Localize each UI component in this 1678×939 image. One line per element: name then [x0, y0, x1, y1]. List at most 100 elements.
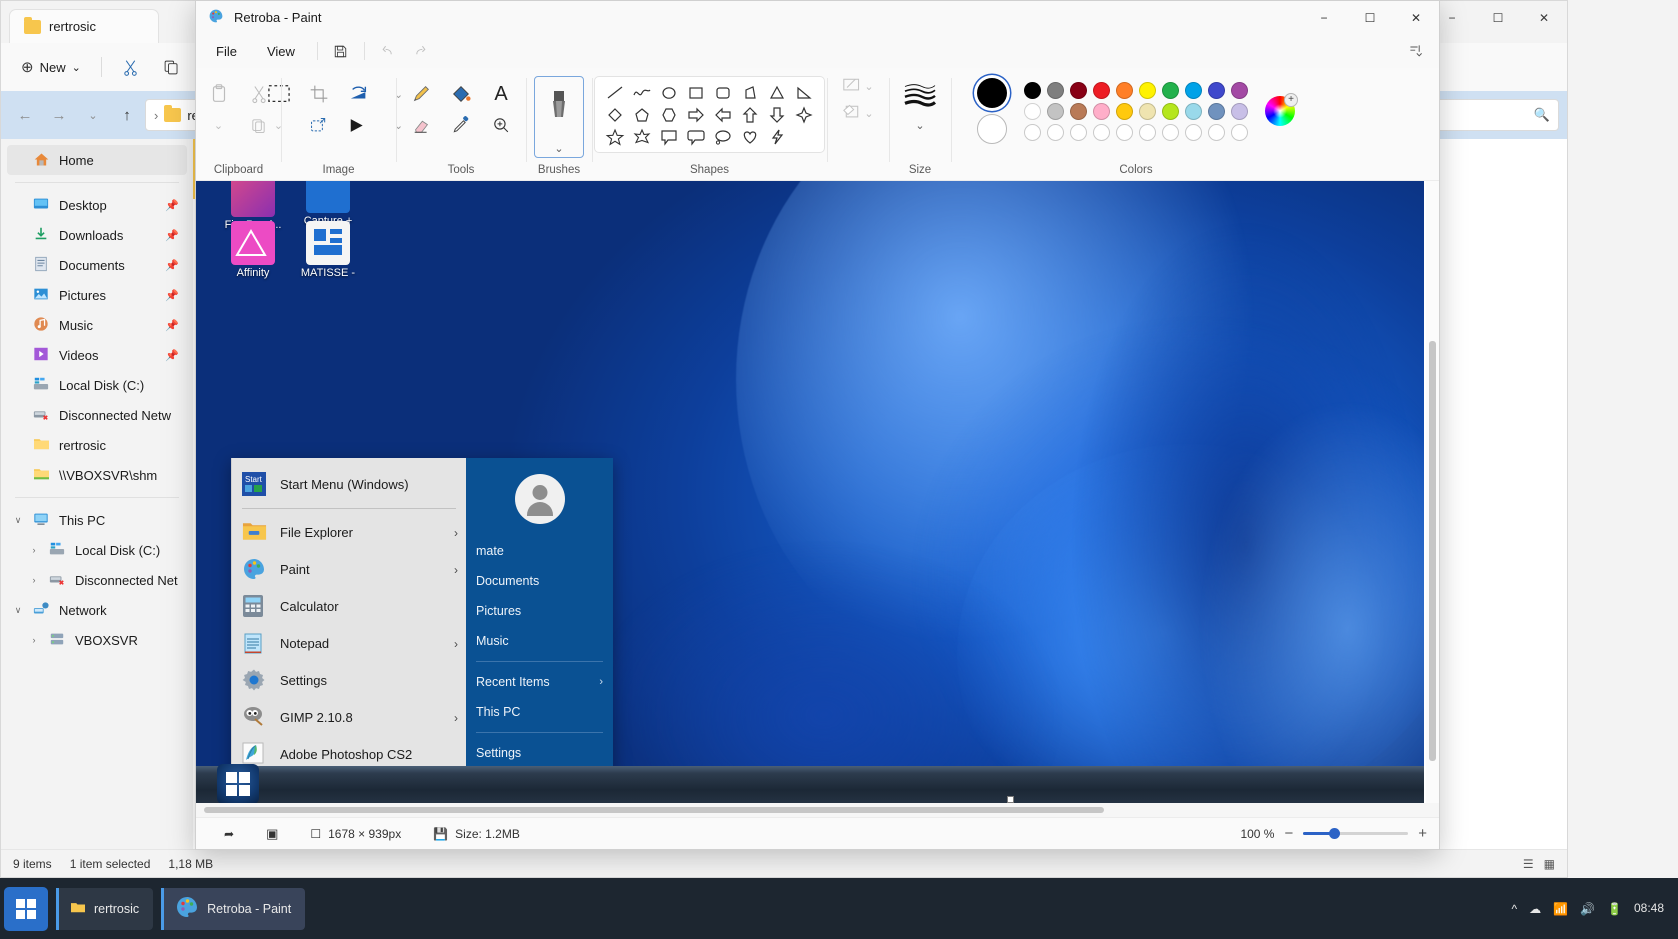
sidebar-item-home[interactable]: Home [7, 145, 187, 175]
color-swatch-3-8[interactable] [1185, 123, 1202, 141]
color-swatch-2-4[interactable] [1093, 102, 1110, 120]
outline-chevron-down-icon[interactable]: ⌄ [864, 80, 873, 93]
color-swatch-2-8[interactable] [1185, 102, 1202, 120]
shape-triangle[interactable] [764, 82, 790, 103]
tree-item-local-disk-c[interactable]: › Local Disk (C:) [1, 535, 193, 565]
color-swatch-1-7[interactable] [1162, 81, 1179, 99]
flip-icon[interactable] [340, 114, 378, 136]
zoom-controls[interactable]: 100 % − + [1240, 825, 1427, 842]
shape-rectangle[interactable] [683, 82, 709, 103]
chevron-right-icon[interactable]: › [27, 545, 41, 555]
outline-icon[interactable] [842, 76, 862, 97]
quick-access-list[interactable]: Desktop 📌 Downloads 📌 Documents 📌 Pictures 📌 Mus… [1, 190, 193, 490]
shape-six-point-star[interactable] [629, 126, 655, 147]
chevron-right-icon[interactable]: › [454, 526, 458, 540]
color-swatch-2-6[interactable] [1139, 102, 1156, 120]
shape-five-point-star[interactable] [602, 126, 628, 147]
sidebar-item-music[interactable]: Music 📌 [1, 310, 193, 340]
shape-rounded-callout[interactable] [683, 126, 709, 147]
start-menu-right-item-music[interactable]: Music [466, 626, 613, 656]
color-swatch-2-2[interactable] [1047, 102, 1064, 120]
tree-item-network[interactable]: ∨ Network [1, 595, 193, 625]
color-swatch-1-9[interactable] [1208, 81, 1225, 99]
start-menu-program-list[interactable]: Start Start Menu (Windows) File Explorer › P… [232, 466, 466, 806]
volume-icon[interactable]: 🔊 [1580, 902, 1595, 916]
pin-icon[interactable]: 📌 [165, 289, 179, 302]
taskbar-task-list[interactable]: rertrosic Retroba - Paint [48, 887, 306, 930]
color-swatch-1-10[interactable] [1231, 81, 1248, 99]
paint-menubar[interactable]: File View [196, 34, 1439, 68]
tree-list[interactable]: ∨ This PC › Local Disk (C:) › Disconnected Ne… [1, 505, 193, 655]
shape-rect-callout[interactable] [656, 126, 682, 147]
color-swatch-3-9[interactable] [1208, 123, 1225, 141]
shape-cloud-callout[interactable] [710, 126, 736, 147]
canvas-resize-handle[interactable] [1007, 796, 1014, 803]
fill-icon[interactable] [442, 76, 480, 112]
chevron-right-icon[interactable]: › [27, 575, 41, 585]
start-menu-item-calculator[interactable]: Calculator [232, 588, 466, 625]
taskbar-item-retroba-paint[interactable]: Retroba - Paint [161, 887, 306, 930]
paste-icon[interactable] [200, 76, 238, 112]
chevron-down-icon[interactable]: ∨ [11, 605, 25, 616]
brushes-chevron-down-icon[interactable]: ⌄ [540, 141, 578, 155]
color2-swatch[interactable] [977, 114, 1007, 144]
paint-maximize-button[interactable]: ☐ [1347, 1, 1393, 34]
menu-file[interactable]: File [202, 39, 251, 64]
eyedropper-icon[interactable] [442, 114, 480, 136]
color-swatch-2-3[interactable] [1070, 102, 1087, 120]
sidebar-item-videos[interactable]: Videos 📌 [1, 340, 193, 370]
clock[interactable]: 08:48 [1634, 901, 1664, 916]
network-icon[interactable]: 📶 [1553, 902, 1568, 916]
color-swatch-3-3[interactable] [1070, 123, 1087, 141]
rotate-icon[interactable] [340, 76, 378, 112]
shape-down-arrow[interactable] [764, 104, 790, 125]
color-swatch-1-5[interactable] [1116, 81, 1133, 99]
undo-icon[interactable] [373, 38, 403, 64]
system-tray[interactable]: ^ ☁ 📶 🔊 🔋 08:48 [1511, 901, 1678, 916]
menu-view[interactable]: View [253, 39, 309, 64]
battery-icon[interactable]: 🔋 [1607, 902, 1622, 916]
color-swatch-3-10[interactable] [1231, 123, 1248, 141]
shape-diamond[interactable] [602, 104, 628, 125]
chevron-down-icon[interactable]: ∨ [11, 515, 25, 526]
collapse-ribbon-icon[interactable] [1401, 38, 1431, 64]
shapes-gallery[interactable] [594, 76, 825, 153]
fill-chevron-down-icon[interactable]: ⌄ [864, 107, 873, 120]
desktop-icon-affinity[interactable]: Affinity [221, 221, 285, 279]
tree-item-disconnected-net[interactable]: › Disconnected Net [1, 565, 193, 595]
sidebar-item-documents[interactable]: Documents 📌 [1, 250, 193, 280]
color-swatch-3-2[interactable] [1047, 123, 1064, 141]
shape-four-point-star[interactable] [791, 104, 817, 125]
redo-icon[interactable] [405, 38, 435, 64]
paint-canvas-area[interactable]: FineRead... Capture + Shortcut Affinity … [196, 181, 1439, 817]
brush-icon[interactable] [537, 79, 581, 139]
shape-polygon[interactable] [737, 82, 763, 103]
shape-lightning[interactable] [764, 126, 790, 147]
start-menu-item-file-explorer[interactable]: File Explorer › [232, 514, 466, 551]
size-icon[interactable] [901, 76, 939, 112]
pin-icon[interactable]: 📌 [165, 319, 179, 332]
shape-oval[interactable] [656, 82, 682, 103]
shape-up-arrow[interactable] [737, 104, 763, 125]
desktop-icon-matisse[interactable]: MATISSE - [296, 221, 360, 279]
chevron-right-icon[interactable]: › [454, 563, 458, 577]
color-swatch-1-2[interactable] [1047, 81, 1064, 99]
color-swatch-2-1[interactable] [1024, 102, 1041, 120]
start-menu-item-gimp-2-10-8[interactable]: GIMP 2.10.8 › [232, 699, 466, 736]
shape-left-arrow[interactable] [710, 104, 736, 125]
taskbar[interactable]: rertrosic Retroba - Paint ^ ☁ 📶 🔊 🔋 08:48 [0, 878, 1678, 939]
start-menu-right-pane[interactable]: mate Documents Pictures Music Recent Items ›… [466, 458, 613, 806]
start-menu-item-notepad[interactable]: Notepad › [232, 625, 466, 662]
sidebar-item-rertrosic[interactable]: rertrosic [1, 430, 193, 460]
color-swatch-1-1[interactable] [1024, 81, 1041, 99]
scrollbar-thumb[interactable] [1429, 341, 1436, 761]
chevron-right-icon[interactable]: › [454, 711, 458, 725]
paint-close-button[interactable]: ✕ [1393, 1, 1439, 34]
magnifier-icon[interactable] [482, 114, 520, 136]
color-palette[interactable] [1021, 80, 1251, 143]
shape-rounded-rectangle[interactable] [710, 82, 736, 103]
back-button[interactable]: ← [9, 99, 41, 131]
canvas-horizontal-scrollbar[interactable] [196, 803, 1439, 817]
explorer-navigation-pane[interactable]: Home Desktop 📌 Downloads 📌 Documents 📌 Picture… [1, 139, 193, 849]
pin-icon[interactable]: 📌 [165, 229, 179, 242]
